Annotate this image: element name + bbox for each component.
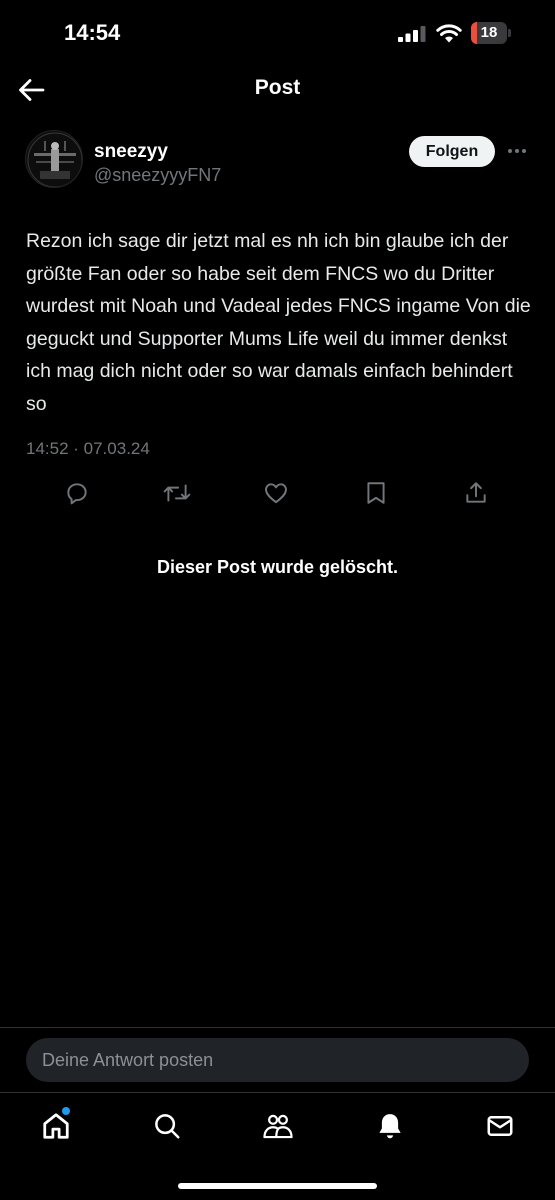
like-icon [265, 483, 287, 504]
author-handle[interactable]: @sneezyyyFN7 [94, 165, 221, 186]
post-text: Rezon ich sage dir jetzt mal es nh ich b… [26, 230, 531, 415]
bookmark-icon [367, 482, 385, 504]
home-notification-dot [62, 1107, 70, 1115]
share-button[interactable] [459, 476, 493, 510]
author-name[interactable]: sneezyy [94, 141, 168, 163]
post-timestamp[interactable]: 14:52 · 07.03.24 [26, 439, 150, 459]
share-icon [466, 482, 486, 503]
repost-button[interactable] [160, 476, 194, 510]
follow-button[interactable]: Folgen [409, 136, 495, 167]
repost-icon [163, 484, 191, 502]
page-title: Post [254, 76, 301, 99]
avatar[interactable] [25, 130, 83, 188]
tab-messages[interactable] [483, 1109, 517, 1143]
tab-notifications[interactable] [373, 1109, 407, 1143]
tab-search[interactable] [150, 1109, 184, 1143]
reply-icon [67, 483, 87, 505]
communities-icon [263, 1114, 293, 1139]
cellular-signal-icon [398, 26, 426, 42]
more-options-icon[interactable] [506, 142, 528, 160]
bookmark-button[interactable] [359, 476, 393, 510]
post-actions [0, 476, 555, 510]
deleted-post-notice: Dieser Post wurde gelöscht. [156, 557, 399, 577]
battery-level: 18 [480, 24, 498, 41]
battery-tip [508, 29, 511, 37]
home-indicator [178, 1183, 377, 1189]
avatar-image [26, 131, 82, 187]
reply-button[interactable] [60, 476, 94, 510]
status-bar: 14:54 18 [0, 0, 555, 66]
post-header: Post [0, 66, 555, 114]
notifications-icon [379, 1114, 401, 1139]
battery-indicator: 18 [471, 22, 511, 44]
search-icon [155, 1114, 180, 1139]
status-time: 14:54 [64, 20, 121, 45]
divider [0, 1027, 555, 1028]
home-icon [43, 1113, 69, 1139]
like-button[interactable] [259, 476, 293, 510]
reply-input[interactable] [26, 1038, 529, 1082]
messages-icon [487, 1116, 513, 1136]
wifi-icon [436, 24, 462, 43]
tab-communities[interactable] [261, 1109, 295, 1143]
battery-body: 18 [471, 22, 507, 44]
